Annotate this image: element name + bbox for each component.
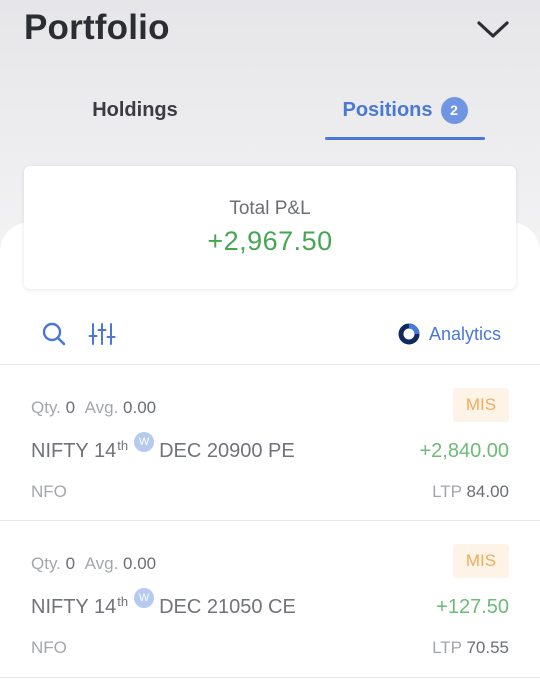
row-divider xyxy=(0,677,540,678)
position-row[interactable]: Qty. 0 Avg. 0.00 MIS NIFTY 14th W DEC 20… xyxy=(0,366,540,521)
positions-toolbar: Analytics xyxy=(0,312,540,356)
last-traded-price: LTP 84.00 xyxy=(432,482,509,501)
analytics-icon xyxy=(398,323,420,345)
product-type-badge: MIS xyxy=(453,544,509,578)
instrument-name: NIFTY 14th W DEC 21050 CE xyxy=(31,588,296,619)
position-qty-avg: Qty. 0 Avg. 0.00 xyxy=(31,398,157,417)
total-pnl-value: +2,967.50 xyxy=(207,226,333,256)
weekly-expiry-badge: W xyxy=(134,432,155,452)
filter-icon[interactable] xyxy=(88,320,116,348)
analytics-button[interactable]: Analytics xyxy=(398,320,501,348)
chevron-down-icon[interactable] xyxy=(474,16,512,42)
toolbar-divider xyxy=(0,364,540,365)
tab-holdings-label: Holdings xyxy=(92,98,178,121)
instrument-name: NIFTY 14th W DEC 20900 PE xyxy=(31,432,295,463)
position-pnl: +127.50 xyxy=(436,596,509,618)
product-type-badge: MIS xyxy=(453,388,509,422)
tab-positions-label: Positions xyxy=(342,98,433,121)
positions-count-badge: 2 xyxy=(440,96,468,124)
position-qty-avg: Qty. 0 Avg. 0.00 xyxy=(31,554,157,573)
last-traded-price: LTP 70.55 xyxy=(432,638,509,657)
total-pnl-card: Total P&L +2,967.50 xyxy=(24,166,516,289)
page-title: Portfolio xyxy=(24,8,170,47)
weekly-expiry-badge: W xyxy=(134,588,155,608)
tab-positions[interactable]: Positions 2 xyxy=(325,80,485,140)
position-pnl: +2,840.00 xyxy=(419,440,509,462)
exchange-label: NFO xyxy=(31,638,67,657)
row-divider xyxy=(0,520,540,521)
active-tab-indicator xyxy=(325,137,485,140)
app-header: Portfolio xyxy=(0,0,540,70)
search-icon[interactable] xyxy=(40,320,68,348)
tab-holdings[interactable]: Holdings xyxy=(40,80,230,140)
position-row[interactable]: Qty. 0 Avg. 0.00 MIS NIFTY 14th W DEC 21… xyxy=(0,522,540,677)
portfolio-tabs: Holdings Positions 2 xyxy=(0,80,540,142)
total-pnl-label: Total P&L xyxy=(229,198,311,219)
exchange-label: NFO xyxy=(31,482,67,501)
analytics-label: Analytics xyxy=(429,323,502,344)
